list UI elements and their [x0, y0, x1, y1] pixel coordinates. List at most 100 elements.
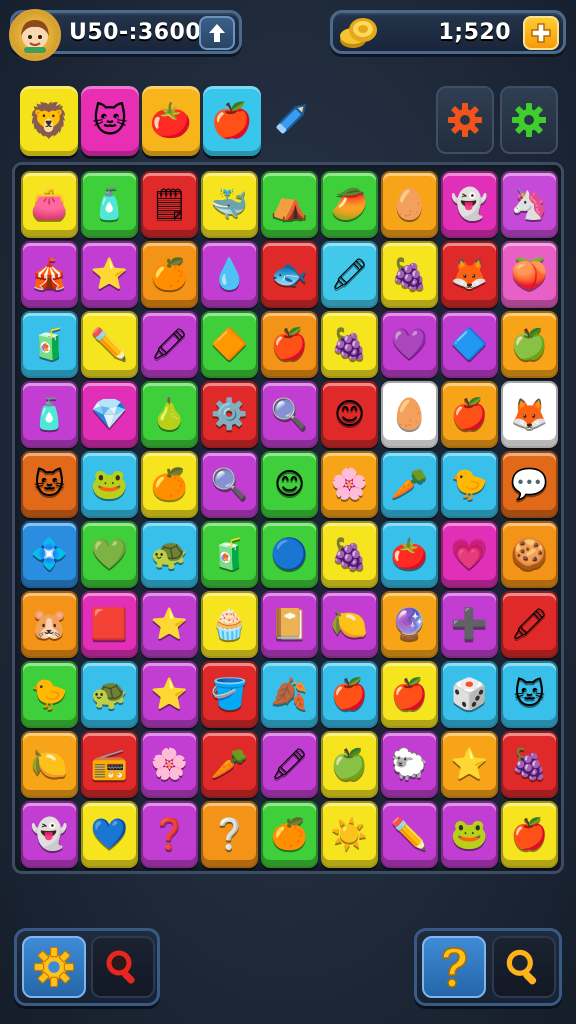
board-tile[interactable]: 🥕: [201, 731, 258, 798]
board-tile[interactable]: ✏️: [381, 801, 438, 868]
board-tile[interactable]: 🍊: [261, 801, 318, 868]
board-tile[interactable]: ❔: [201, 801, 258, 868]
board-tile[interactable]: 🔵: [261, 521, 318, 588]
board-tile[interactable]: 🍇: [321, 311, 378, 378]
board-tile[interactable]: 💎: [81, 381, 138, 448]
board-tile[interactable]: 👻: [21, 801, 78, 868]
board-tile[interactable]: 🔍: [261, 381, 318, 448]
level-up-button[interactable]: [199, 16, 235, 50]
girl-avatar-icon[interactable]: [9, 9, 61, 61]
board-tile[interactable]: 🍐: [141, 381, 198, 448]
board-tile[interactable]: ⭐: [141, 661, 198, 728]
board-tile[interactable]: 🍎: [321, 661, 378, 728]
board-tile[interactable]: 👻: [441, 171, 498, 238]
board-tile[interactable]: 🖍: [261, 731, 318, 798]
booster-cat[interactable]: 🐱: [81, 86, 139, 156]
board-tile[interactable]: 🍊: [141, 241, 198, 308]
board-tile[interactable]: 🧃: [201, 521, 258, 588]
board-tile[interactable]: 🌸: [321, 451, 378, 518]
options-button[interactable]: [500, 86, 558, 154]
board-tile[interactable]: 🧴: [21, 381, 78, 448]
board-tile[interactable]: ⭐: [81, 241, 138, 308]
board-tile[interactable]: 🌸: [141, 731, 198, 798]
board-tile[interactable]: 🦊: [501, 381, 558, 448]
board-tile[interactable]: 😊: [321, 381, 378, 448]
board-tile[interactable]: 🐤: [441, 451, 498, 518]
board-tile[interactable]: ⭐: [441, 731, 498, 798]
board-tile[interactable]: 🗒: [141, 171, 198, 238]
board-tile[interactable]: 💧: [201, 241, 258, 308]
board-tile[interactable]: ✏️: [81, 311, 138, 378]
board-tile[interactable]: 🖍: [141, 311, 198, 378]
board-tile[interactable]: 🐢: [81, 661, 138, 728]
board-tile[interactable]: 🧴: [81, 171, 138, 238]
board-tile[interactable]: ⛺: [261, 171, 318, 238]
board-tile[interactable]: 🍏: [321, 731, 378, 798]
board-tile[interactable]: 🔍: [201, 451, 258, 518]
add-coins-button[interactable]: [523, 16, 559, 50]
board-tile[interactable]: 🍋: [321, 591, 378, 658]
board-tile[interactable]: 🍎: [441, 381, 498, 448]
board-tile[interactable]: 🎲: [441, 661, 498, 728]
board-tile[interactable]: 🍎: [261, 311, 318, 378]
board-tile[interactable]: 💜: [381, 311, 438, 378]
board-tile[interactable]: 🟥: [81, 591, 138, 658]
board-tile[interactable]: 🐢: [141, 521, 198, 588]
board-tile[interactable]: 🥭: [321, 171, 378, 238]
booster-tomato[interactable]: 🍅: [142, 86, 200, 156]
settings-button[interactable]: [436, 86, 494, 154]
board-tile[interactable]: 🪣: [201, 661, 258, 728]
board-tile[interactable]: 🍇: [321, 521, 378, 588]
hint-button[interactable]: [422, 936, 486, 998]
magnifier-button[interactable]: [91, 936, 155, 998]
board-tile[interactable]: 🍎: [381, 661, 438, 728]
board-tile[interactable]: 📻: [81, 731, 138, 798]
board-tile[interactable]: 🎪: [21, 241, 78, 308]
booster-apple[interactable]: 🍎: [203, 86, 261, 156]
board-tile[interactable]: 🐟: [261, 241, 318, 308]
board-tile[interactable]: 🍂: [261, 661, 318, 728]
board-tile[interactable]: 🧁: [201, 591, 258, 658]
board-tile[interactable]: 🔮: [381, 591, 438, 658]
board-tile[interactable]: 🥕: [381, 451, 438, 518]
board-tile[interactable]: 🍇: [381, 241, 438, 308]
board-tile[interactable]: 🍇: [501, 731, 558, 798]
board-tile[interactable]: 🧃: [21, 311, 78, 378]
shuffle-gear-button[interactable]: [22, 936, 86, 998]
board-tile[interactable]: 🥚: [381, 381, 438, 448]
board-tile[interactable]: 🐱: [501, 661, 558, 728]
board-tile[interactable]: 🍊: [141, 451, 198, 518]
board-tile[interactable]: 🔷: [441, 311, 498, 378]
board-tile[interactable]: ⚙️: [201, 381, 258, 448]
board-tile[interactable]: 🍋: [21, 731, 78, 798]
board-tile[interactable]: 👛: [21, 171, 78, 238]
board-tile[interactable]: 🖍: [321, 241, 378, 308]
board-tile[interactable]: 🍎: [501, 801, 558, 868]
board-tile[interactable]: 🐱: [21, 451, 78, 518]
board-tile[interactable]: 🐹: [21, 591, 78, 658]
board-tile[interactable]: 🦄: [501, 171, 558, 238]
board-tile[interactable]: 🐑: [381, 731, 438, 798]
booster-lion[interactable]: 🦁: [20, 86, 78, 156]
board-tile[interactable]: 🖍: [501, 591, 558, 658]
board-tile[interactable]: 🐸: [441, 801, 498, 868]
board-tile[interactable]: 🔶: [201, 311, 258, 378]
board-tile[interactable]: 💙: [81, 801, 138, 868]
board-tile[interactable]: 🍏: [501, 311, 558, 378]
board-tile[interactable]: 🥚: [381, 171, 438, 238]
board-tile[interactable]: 🍑: [501, 241, 558, 308]
pencil-tool-button[interactable]: [272, 98, 312, 138]
board-tile[interactable]: 💬: [501, 451, 558, 518]
board-tile[interactable]: 💚: [81, 521, 138, 588]
board-tile[interactable]: 🐳: [201, 171, 258, 238]
board-tile[interactable]: 🍅: [381, 521, 438, 588]
board-tile[interactable]: 🐤: [21, 661, 78, 728]
board-tile[interactable]: 🍪: [501, 521, 558, 588]
board-tile[interactable]: 😊: [261, 451, 318, 518]
board-tile[interactable]: ⭐: [141, 591, 198, 658]
board-tile[interactable]: 🦊: [441, 241, 498, 308]
board-tile[interactable]: ➕: [441, 591, 498, 658]
search-button[interactable]: [492, 936, 556, 998]
board-tile[interactable]: 🐸: [81, 451, 138, 518]
board-tile[interactable]: ☀️: [321, 801, 378, 868]
